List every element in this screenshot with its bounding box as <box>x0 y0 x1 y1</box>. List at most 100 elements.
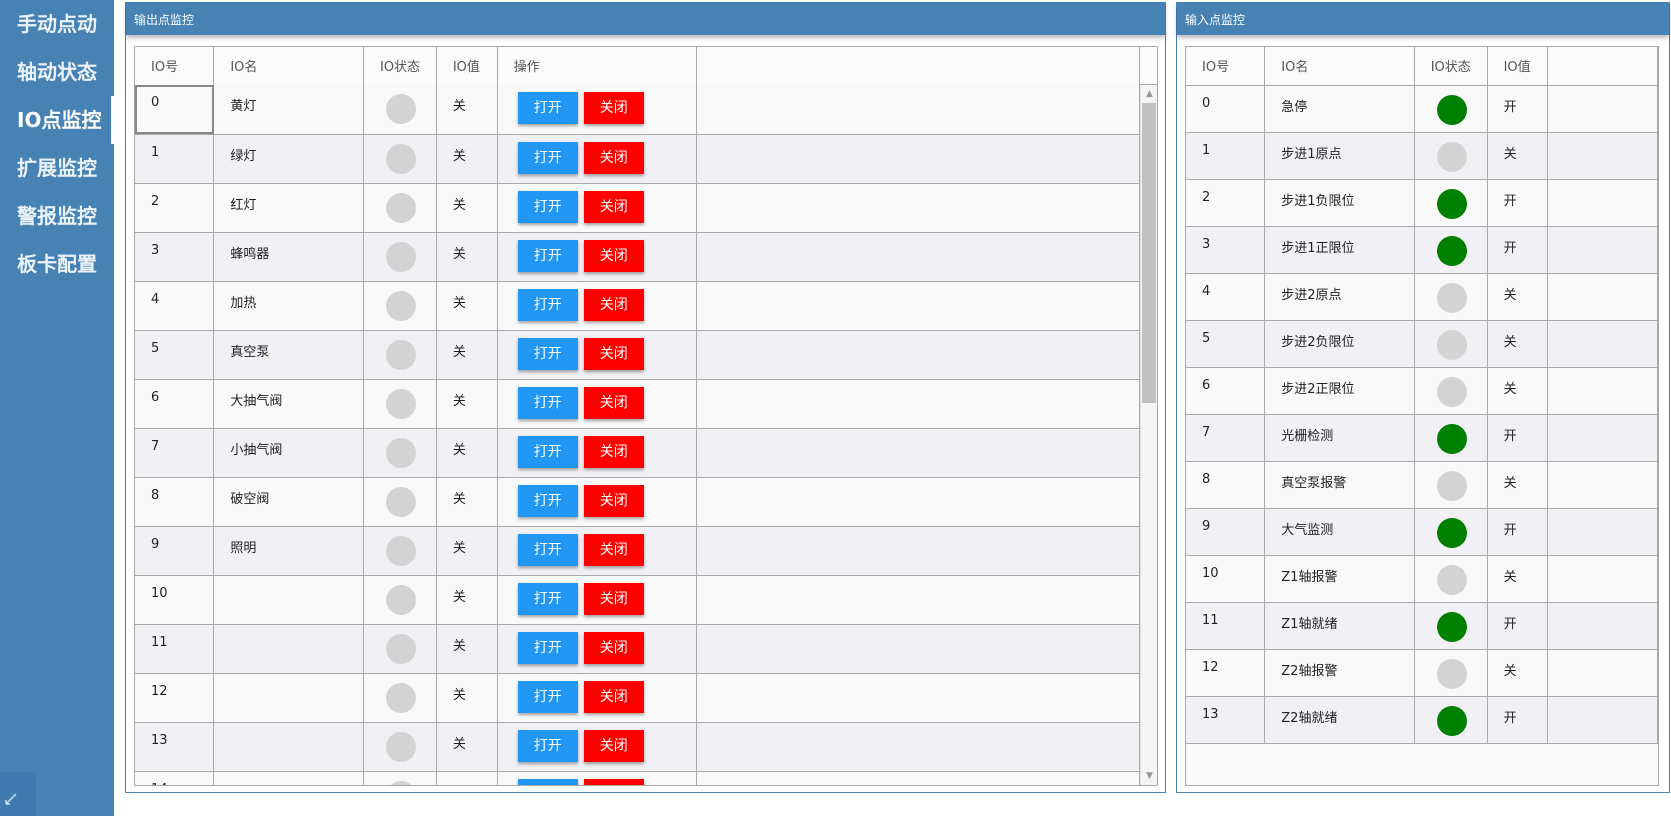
io-name-cell: 照明 <box>213 526 364 576</box>
open-button[interactable]: 打开 <box>517 337 578 370</box>
io-status-cell <box>363 281 437 331</box>
open-button[interactable]: 打开 <box>517 239 578 272</box>
io-number-cell[interactable]: 9 <box>135 526 215 576</box>
open-button[interactable]: 打开 <box>517 190 578 223</box>
open-button[interactable]: 打开 <box>517 631 578 664</box>
open-button[interactable]: 打开 <box>517 288 578 321</box>
io-name-cell: 真空泵报警 <box>1264 461 1415 509</box>
open-button[interactable]: 打开 <box>517 778 578 785</box>
row-filler <box>696 575 1140 625</box>
io-status-cell <box>363 673 437 723</box>
close-button[interactable]: 关闭 <box>583 631 644 664</box>
io-number-cell[interactable]: 6 <box>135 379 215 429</box>
close-button[interactable]: 关闭 <box>583 141 644 174</box>
open-button[interactable]: 打开 <box>517 92 578 124</box>
io-number-cell[interactable]: 2 <box>135 183 215 233</box>
open-button[interactable]: 打开 <box>517 141 578 174</box>
close-button[interactable]: 关闭 <box>583 288 644 321</box>
io-number-cell[interactable]: 10 <box>135 575 215 625</box>
sidebar-item-2[interactable]: IO点监控 <box>0 96 114 144</box>
open-button[interactable]: 打开 <box>517 386 578 419</box>
io-number-cell[interactable]: 13 <box>1186 696 1266 744</box>
output-panel-title: 输出点监控 <box>126 3 1165 35</box>
close-button[interactable]: 关闭 <box>583 484 644 517</box>
io-number-cell[interactable]: 0 <box>1186 85 1266 133</box>
io-number-cell[interactable]: 10 <box>1186 555 1266 603</box>
io-value-cell: 开 <box>1487 696 1549 744</box>
open-button[interactable]: 打开 <box>517 680 578 713</box>
table-row: 5 真空泵 关打开 关闭 <box>135 330 1140 380</box>
close-button[interactable]: 关闭 <box>583 582 644 615</box>
io-number-cell[interactable]: 9 <box>1186 508 1266 556</box>
status-lamp-icon <box>385 339 416 370</box>
io-number-cell[interactable]: 4 <box>1186 273 1266 321</box>
io-value-cell: 关 <box>1487 132 1549 180</box>
close-button[interactable]: 关闭 <box>583 92 644 124</box>
sidebar-item-5[interactable]: 板卡配置 <box>0 240 114 288</box>
scroll-up-icon[interactable]: ▲ <box>1141 87 1157 101</box>
close-button[interactable]: 关闭 <box>583 190 644 223</box>
scrollbar-thumb[interactable] <box>1142 103 1156 403</box>
io-status-cell <box>363 232 437 282</box>
io-number-cell[interactable]: 14 <box>135 771 215 785</box>
sidebar-item-0[interactable]: 手动点动 <box>0 0 114 48</box>
scroll-down-icon[interactable]: ▼ <box>1141 769 1157 783</box>
io-number-cell[interactable]: 3 <box>135 232 215 282</box>
io-name-cell <box>213 575 364 625</box>
io-operation-cell: 打开关闭 <box>497 134 698 184</box>
io-number-cell[interactable]: 8 <box>1186 461 1266 509</box>
close-button[interactable]: 关闭 <box>583 386 644 419</box>
table-row: 3 步进1正限位 开 <box>1186 226 1658 274</box>
close-button[interactable]: 关闭 <box>583 435 644 468</box>
io-name-cell: 步进2原点 <box>1264 273 1415 321</box>
io-number-cell[interactable]: 1 <box>135 134 215 184</box>
close-button[interactable]: 关闭 <box>583 533 644 566</box>
table-row: 6 大抽气阀 关打开 关闭 <box>135 379 1140 429</box>
sidebar-item-4[interactable]: 警报监控 <box>0 192 114 240</box>
io-number-cell[interactable]: 8 <box>135 477 215 527</box>
close-button[interactable]: 关闭 <box>583 778 644 785</box>
open-button[interactable]: 打开 <box>517 582 578 615</box>
close-button[interactable]: 关闭 <box>583 239 644 272</box>
open-button[interactable]: 打开 <box>517 729 578 762</box>
status-lamp-icon <box>385 241 416 272</box>
status-lamp-icon <box>1436 705 1467 736</box>
io-value-cell: 开 <box>1487 508 1549 556</box>
output-table-scrollbar[interactable]: ▲ ▼ <box>1140 85 1157 785</box>
close-button[interactable]: 关闭 <box>583 729 644 762</box>
status-lamp-icon <box>385 94 416 124</box>
table-row: 3 蜂鸣器 关打开 关闭 <box>135 232 1140 282</box>
io-number-cell[interactable]: 13 <box>135 722 215 772</box>
io-number-cell[interactable]: 11 <box>135 624 215 674</box>
io-number-cell[interactable]: 7 <box>1186 414 1266 462</box>
sidebar-item-3[interactable]: 扩展监控 <box>0 144 114 192</box>
io-number-cell[interactable]: 5 <box>1186 320 1266 368</box>
open-button[interactable]: 打开 <box>517 435 578 468</box>
io-status-cell <box>1414 367 1488 415</box>
io-number-cell[interactable]: 12 <box>1186 649 1266 697</box>
output-table-body[interactable]: 0 黄灯关打开 关闭 1 绿灯关打开 关闭 2 红灯关打开 关闭 3 蜂鸣器关打开 关闭 4 加热关打开关… <box>135 85 1140 785</box>
io-name-cell <box>213 771 364 785</box>
io-number-cell[interactable]: 6 <box>1186 367 1266 415</box>
io-number-cell[interactable]: 11 <box>1186 602 1266 650</box>
io-value-cell: 开 <box>1487 414 1549 462</box>
io-number-cell[interactable]: 12 <box>135 673 215 723</box>
open-button[interactable]: 打开 <box>517 484 578 517</box>
open-button[interactable]: 打开 <box>517 533 578 566</box>
row-filler <box>696 673 1140 723</box>
status-lamp-icon <box>1436 141 1467 172</box>
io-number-cell[interactable]: 7 <box>135 428 215 478</box>
status-lamp-icon <box>385 731 416 762</box>
io-status-cell <box>363 575 437 625</box>
sidebar-item-1[interactable]: 轴动状态 <box>0 48 114 96</box>
io-number-cell[interactable]: 0 <box>135 85 215 135</box>
close-button[interactable]: 关闭 <box>583 680 644 713</box>
io-number-cell[interactable]: 4 <box>135 281 215 331</box>
sidebar-collapse-handle[interactable] <box>0 772 36 816</box>
io-name-cell: 光栅检测 <box>1264 414 1415 462</box>
io-number-cell[interactable]: 3 <box>1186 226 1266 274</box>
io-number-cell[interactable]: 2 <box>1186 179 1266 227</box>
io-number-cell[interactable]: 1 <box>1186 132 1266 180</box>
close-button[interactable]: 关闭 <box>583 337 644 370</box>
io-number-cell[interactable]: 5 <box>135 330 215 380</box>
